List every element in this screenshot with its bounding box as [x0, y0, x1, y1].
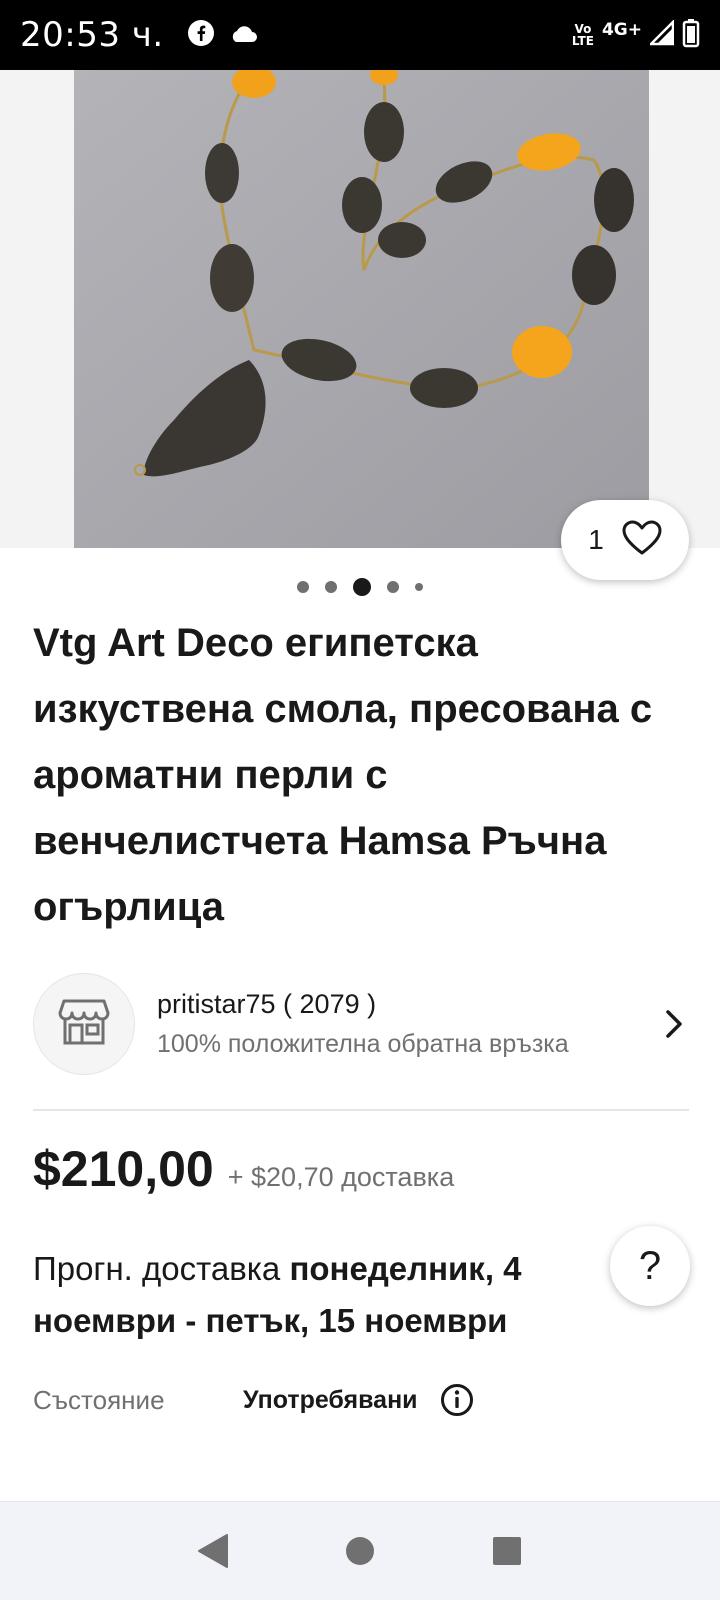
seller-avatar — [33, 973, 135, 1075]
help-button[interactable]: ? — [610, 1226, 690, 1306]
battery-icon — [682, 18, 700, 53]
price-row: $210,00 + $20,70 доставка — [33, 1140, 454, 1198]
product-gallery[interactable] — [0, 70, 720, 548]
shipping-cost: + $20,70 доставка — [227, 1162, 455, 1192]
status-time: 20:53 ч. — [20, 15, 164, 55]
pager-dot[interactable] — [325, 581, 337, 593]
product-photo[interactable] — [74, 70, 649, 548]
network-type: 4G+ — [601, 20, 642, 40]
home-icon[interactable] — [330, 1521, 390, 1581]
recents-icon[interactable] — [477, 1521, 537, 1581]
chevron-right-icon — [659, 1009, 689, 1039]
back-icon[interactable] — [183, 1521, 243, 1581]
store-icon — [58, 997, 110, 1052]
facebook-icon — [187, 19, 214, 51]
seller-name: pritistar75 ( 2079 ) — [157, 989, 377, 1019]
condition-value: Употребявани — [243, 1385, 418, 1414]
signal-icon — [647, 18, 675, 51]
item-price: $210,00 — [33, 1141, 214, 1197]
seller-feedback: 100% положителна обратна връзка — [157, 1030, 569, 1058]
pager-dot[interactable] — [387, 581, 399, 593]
pager-dot-active[interactable] — [353, 578, 371, 596]
pager-dot[interactable] — [415, 583, 423, 591]
cloud-icon — [228, 23, 258, 48]
info-icon[interactable] — [440, 1383, 474, 1417]
listing-title: Vtg Art Deco египетска изкуствена смола,… — [33, 621, 653, 929]
system-nav-bar — [0, 1501, 720, 1600]
condition-row: Състояние Употребявани — [33, 1383, 689, 1417]
gallery-pager — [0, 578, 720, 596]
seller-card[interactable]: pritistar75 ( 2079 ) 100% положителна об… — [33, 970, 689, 1078]
status-bar: 20:53 ч. Vo LTE 4G+ — [0, 0, 720, 70]
pager-dot[interactable] — [297, 581, 309, 593]
condition-label: Състояние — [33, 1384, 165, 1415]
volte-icon: Vo LTE — [572, 23, 594, 47]
favorite-count: 1 — [588, 524, 604, 555]
watchlist-button[interactable]: 1 — [561, 500, 689, 580]
divider — [33, 1109, 689, 1111]
delivery-prefix: Прогн. доставка — [33, 1250, 290, 1287]
estimated-delivery: Прогн. доставка понеделник, 4 ноември - … — [33, 1243, 603, 1347]
heart-icon — [622, 520, 662, 561]
volte-bottom: LTE — [571, 34, 594, 48]
